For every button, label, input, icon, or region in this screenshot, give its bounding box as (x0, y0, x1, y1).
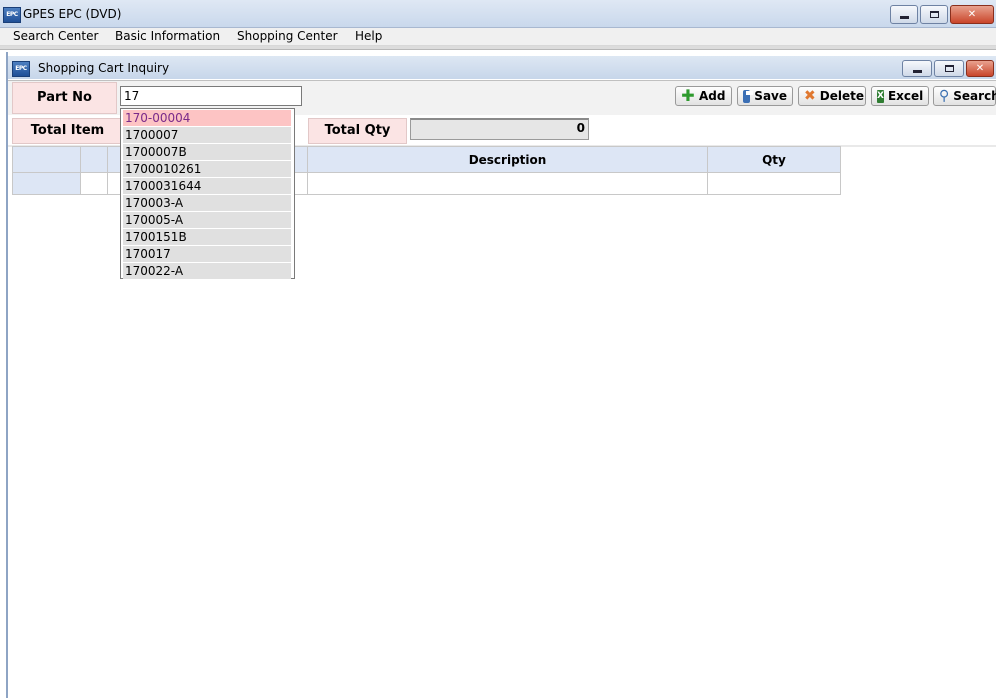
grid-header-description[interactable]: Description (307, 146, 708, 173)
part-no-label: Part No (12, 82, 117, 114)
excel-button[interactable]: X Excel (871, 86, 929, 106)
search-button[interactable]: ⚲ Search (933, 86, 996, 106)
child-title-bar: EPC Shopping Cart Inquiry ✕ (8, 56, 996, 79)
save-button[interactable]: Save (737, 86, 793, 106)
title-bar: EPC GPES EPC (DVD) ✕ (0, 0, 996, 28)
minimize-button[interactable] (890, 5, 918, 24)
part-no-input[interactable]: 17 (120, 86, 302, 106)
add-icon: ✚ (681, 86, 695, 105)
total-qty-label: Total Qty (308, 118, 407, 144)
maximize-button[interactable] (920, 5, 948, 24)
suggestion-item[interactable]: 170017 (123, 246, 291, 263)
window-title: GPES EPC (DVD) (23, 7, 122, 21)
suggestion-item[interactable]: 170003-A (123, 195, 291, 212)
window-controls: ✕ (890, 5, 994, 24)
suggestion-item[interactable]: 1700031644 (123, 178, 291, 195)
menu-shopping-center[interactable]: Shopping Center (237, 28, 338, 45)
save-icon (743, 89, 754, 103)
delete-button[interactable]: ✖ Delete (798, 86, 866, 106)
epc-app-icon: EPC (3, 7, 21, 23)
excel-button-label: Excel (887, 89, 924, 103)
child-minimize-button[interactable] (902, 60, 932, 77)
grid-header-col[interactable] (80, 146, 108, 173)
row-header-cell[interactable] (12, 172, 81, 195)
suggestion-item[interactable]: 170005-A (123, 212, 291, 229)
menu-basic-information[interactable]: Basic Information (115, 28, 220, 45)
total-qty-value: 0 (410, 118, 589, 140)
maximize-icon (929, 11, 939, 18)
menu-divider (0, 46, 996, 50)
suggestion-item[interactable]: 170-00004 (123, 110, 291, 127)
maximize-icon (944, 65, 954, 72)
search-button-label: Search (953, 89, 996, 103)
save-button-label: Save (754, 89, 787, 103)
minimize-icon (899, 16, 909, 19)
description-cell[interactable] (307, 172, 708, 195)
grid-cell[interactable] (80, 172, 108, 195)
child-window-title: Shopping Cart Inquiry (38, 61, 170, 75)
search-icon: ⚲ (939, 88, 950, 104)
grid-header-qty[interactable]: Qty (707, 146, 841, 173)
suggestion-item[interactable]: 1700151B (123, 229, 291, 246)
excel-icon: X (877, 89, 884, 103)
child-close-button[interactable]: ✕ (966, 60, 994, 77)
total-item-label: Total Item (12, 118, 123, 144)
close-icon: ✕ (967, 9, 977, 20)
close-button[interactable]: ✕ (950, 5, 994, 24)
add-button-label: Add (699, 89, 726, 103)
part-no-suggestions: 170-00004 1700007 1700007B 1700010261 17… (120, 108, 295, 280)
suggestion-item[interactable]: 1700007B (123, 144, 291, 161)
add-button[interactable]: ✚ Add (675, 86, 732, 106)
menu-help[interactable]: Help (355, 28, 382, 45)
suggestion-item[interactable]: 1700010261 (123, 161, 291, 178)
qty-cell[interactable] (707, 172, 841, 195)
menu-search-center[interactable]: Search Center (13, 28, 98, 45)
delete-icon: ✖ (804, 88, 816, 104)
suggestion-item[interactable]: 1700007 (123, 127, 291, 144)
minimize-icon (912, 70, 922, 73)
close-icon: ✕ (975, 63, 985, 74)
delete-button-label: Delete (819, 89, 864, 103)
child-window-controls: ✕ (902, 60, 994, 77)
suggestion-item[interactable]: 170022-A (123, 263, 291, 280)
epc-app-icon: EPC (12, 61, 30, 77)
child-maximize-button[interactable] (934, 60, 964, 77)
menu-bar: Search Center Basic Information Shopping… (0, 28, 996, 46)
grid-corner-header (12, 146, 81, 173)
